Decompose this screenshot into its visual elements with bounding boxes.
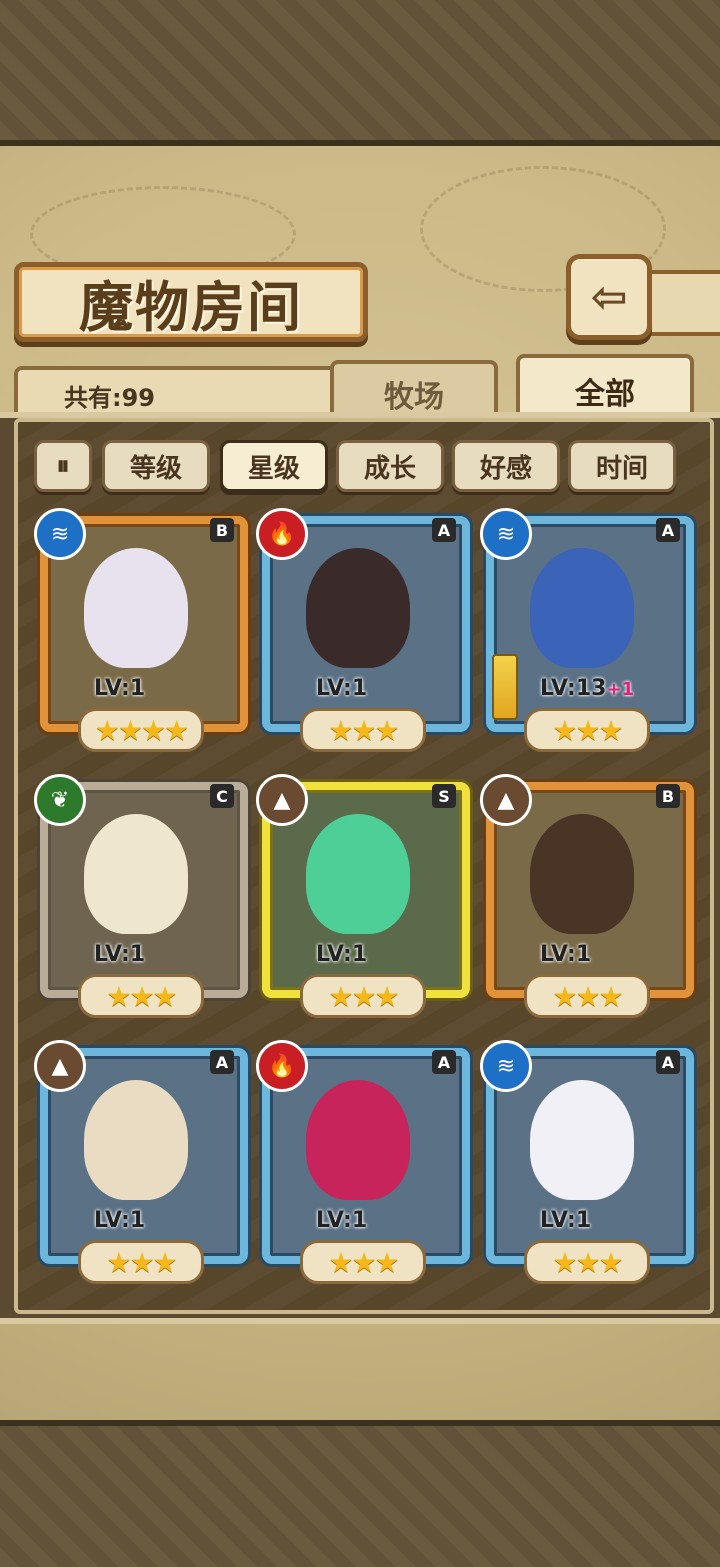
filter-level-button[interactable]: 等级 [102,440,210,492]
star-rating: ★★★ [524,708,650,752]
monster-card[interactable]: ▲ B LV:1 ★★★ [480,774,694,1018]
filter-label: 好感 [479,453,532,484]
star-rating: ★★★ [300,1240,426,1284]
rank-badge: A [656,1050,680,1074]
bottom-backdrop [0,1420,720,1567]
star-rating: ★★★ [524,974,650,1018]
back-button[interactable]: ⇦ [566,254,652,340]
star-rating: ★★★★ [78,708,204,752]
water-element-icon: ≋ [34,508,86,560]
sort-toggle-button[interactable]: ⏸ [34,440,92,492]
earth-element-icon: ▲ [480,774,532,826]
monster-card[interactable]: ❦ C LV:1 ★★★ [34,774,248,1018]
filter-star-button[interactable]: 星级 [220,440,328,492]
monster-portrait [530,548,634,668]
monster-portrait [530,814,634,934]
monster-level: LV:1 [94,1208,146,1233]
monster-card[interactable]: 🔥 A LV:1 ★★★ [256,1040,470,1284]
rank-badge: A [656,518,680,542]
rank-badge: B [656,784,680,808]
monster-level: LV:1 [316,676,368,701]
water-element-icon: ≋ [480,1040,532,1092]
star-rating: ★★★ [78,974,204,1018]
wood-element-icon: ❦ [34,774,86,826]
monster-level: LV:1 [94,676,146,701]
monster-portrait [306,548,410,668]
monster-portrait [84,814,188,934]
monster-portrait [84,1080,188,1200]
monster-level: LV:1 [540,1208,592,1233]
star-rating: ★★★ [300,974,426,1018]
top-backdrop [0,0,720,146]
tab-label: 全部 [575,377,635,412]
monster-portrait [84,548,188,668]
back-button-rail [640,270,720,336]
monster-level: LV:1 [94,942,146,967]
monster-card[interactable]: 🔥 A LV:1 ★★★ [256,508,470,752]
star-rating: ★★★ [524,1240,650,1284]
fire-element-icon: 🔥 [256,508,308,560]
monster-portrait [530,1080,634,1200]
monster-portrait [306,1080,410,1200]
back-arrow-icon: ⇦ [590,271,628,323]
tab-label: 牧场 [384,380,444,415]
monster-level: LV:1 [316,942,368,967]
rank-badge: B [210,518,234,542]
monster-level: LV:1 [540,942,592,967]
monster-level: LV:13+1 [540,676,635,701]
sword-icon [492,654,518,720]
rank-badge: S [432,784,456,808]
rank-badge: A [432,1050,456,1074]
rank-badge: C [210,784,234,808]
filter-affection-button[interactable]: 好感 [452,440,560,492]
filter-time-button[interactable]: 时间 [568,440,676,492]
monster-level: LV:1 [316,1208,368,1233]
monster-card[interactable]: ▲ S LV:1 ★★★ [256,774,470,1018]
monster-card[interactable]: ▲ A LV:1 ★★★ [34,1040,248,1284]
water-element-icon: ≋ [480,508,532,560]
earth-element-icon: ▲ [256,774,308,826]
star-rating: ★★★ [78,1240,204,1284]
filter-label: 成长 [363,453,416,484]
star-rating: ★★★ [300,708,426,752]
page-title-banner: 魔物房间 [14,262,368,342]
monster-card[interactable]: ≋ A LV:1 ★★★ [480,1040,694,1284]
filter-label: 等级 [129,453,182,484]
page-title: 魔物房间 [79,275,303,339]
monster-portrait [306,814,410,934]
earth-element-icon: ▲ [34,1040,86,1092]
filter-label: 时间 [595,453,648,484]
monster-count: 共有:99 [64,384,155,412]
sort-toggle-icon: ⏸ [56,450,70,481]
fire-element-icon: 🔥 [256,1040,308,1092]
rank-badge: A [210,1050,234,1074]
filter-label: 星级 [247,453,300,484]
monster-card[interactable]: ≋ B LV:1 ★★★★ [34,508,248,752]
filter-growth-button[interactable]: 成长 [336,440,444,492]
rank-badge: A [432,518,456,542]
